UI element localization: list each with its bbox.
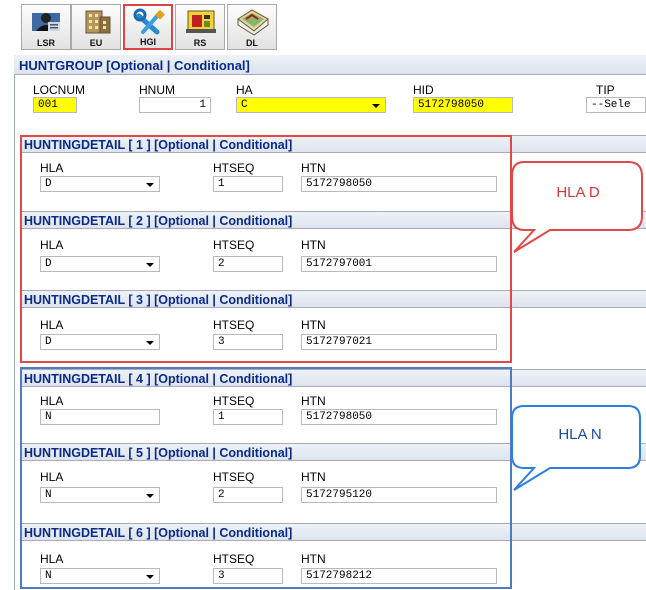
- hla-n-callout-bubble: [511, 405, 641, 491]
- hgi-label: HGI: [139, 37, 156, 47]
- chevron-down-icon: [372, 104, 380, 108]
- hla-n-highlight-frame: [20, 367, 512, 589]
- hnum-input[interactable]: 1: [139, 97, 211, 113]
- eu-button[interactable]: EU: [71, 4, 121, 50]
- hid-label: HID: [413, 83, 434, 97]
- dl-icon: [237, 9, 269, 36]
- hla-d-callout-text: HLA D: [556, 184, 600, 201]
- dl-button[interactable]: DL: [227, 4, 277, 50]
- eu-icon: [85, 10, 111, 34]
- tip-label: TIP: [596, 83, 615, 97]
- ha-select[interactable]: C: [236, 97, 386, 113]
- lsr-label: LSR: [37, 38, 55, 48]
- hid-input[interactable]: 5172798050: [413, 97, 513, 113]
- hnum-label: HNUM: [139, 83, 175, 97]
- rs-label: RS: [193, 38, 207, 48]
- hla-d-callout-bubble: [511, 161, 643, 253]
- hla-d-highlight-frame: [20, 135, 512, 363]
- toolbar: LSR EU HGI RS DL: [0, 0, 646, 52]
- locnum-input[interactable]: 001: [33, 97, 77, 113]
- lsr-button[interactable]: LSR: [21, 4, 71, 50]
- hgi-icon: [133, 8, 165, 35]
- rs-button[interactable]: RS: [175, 4, 225, 50]
- hla-n-callout-text: HLA N: [558, 426, 602, 443]
- locnum-label: LOCNUM: [33, 83, 86, 97]
- dl-label: DL: [246, 38, 258, 48]
- rs-icon: [186, 10, 216, 33]
- eu-label: EU: [89, 38, 103, 48]
- huntgroup-header: HUNTGROUP [Optional | Conditional]: [14, 55, 646, 75]
- hgi-button[interactable]: HGI: [123, 4, 173, 50]
- tip-select[interactable]: --Sele: [586, 97, 646, 113]
- ha-select-value: C: [241, 99, 248, 111]
- ha-label: HA: [236, 83, 253, 97]
- lsr-icon: [32, 13, 60, 31]
